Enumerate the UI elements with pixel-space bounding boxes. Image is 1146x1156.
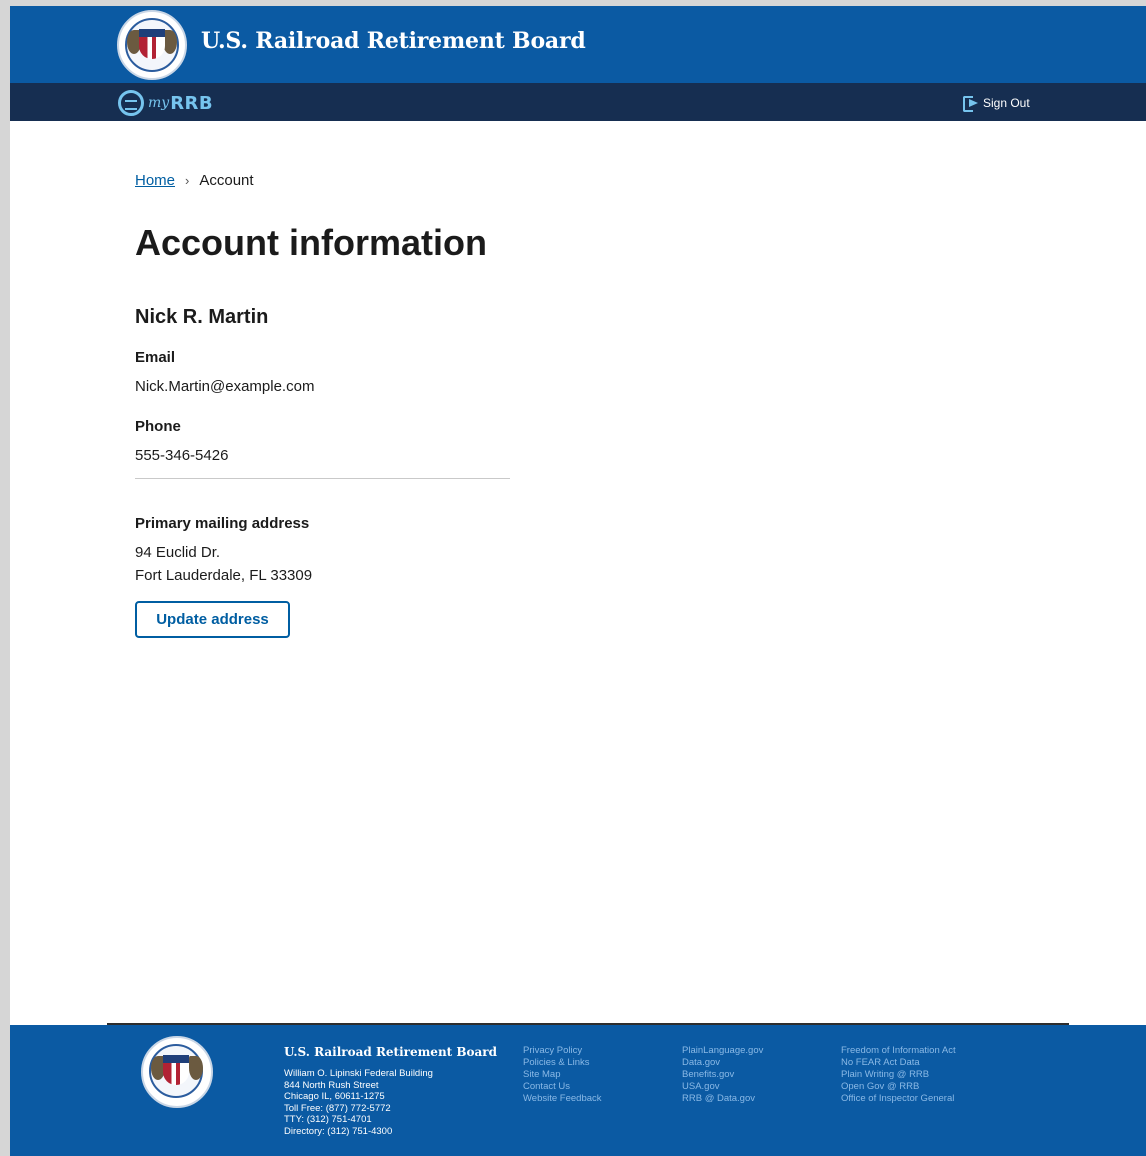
footer-phone-tty: TTY: (312) 751-4701 [284, 1114, 372, 1126]
agency-title[interactable]: U.S. Railroad Retirement Board [201, 28, 586, 54]
chevron-right-icon: › [185, 173, 190, 188]
shield-icon [139, 29, 165, 59]
eagle-wing-right-icon [163, 30, 177, 54]
shield-icon [163, 1055, 189, 1085]
update-address-button[interactable]: Update address [135, 601, 290, 638]
footer-links-col-3: Freedom of Information Act No FEAR Act D… [841, 1045, 956, 1105]
footer-phone-directory: Directory: (312) 751-4300 [284, 1125, 393, 1137]
footer-phone-tollfree: Toll Free: (877) 772-5772 [284, 1102, 391, 1114]
footer-address-line: Chicago IL, 60611-1275 [284, 1091, 385, 1103]
footer-link-data-gov[interactable]: Data.gov [682, 1057, 763, 1069]
footer-link-contact-us[interactable]: Contact Us [523, 1081, 602, 1093]
page: U.S. Railroad Retirement Board my RRB Si… [10, 6, 1146, 1156]
footer-link-benefits-gov[interactable]: Benefits.gov [682, 1069, 763, 1081]
address-line-2: Fort Lauderdale, FL 33309 [135, 567, 313, 584]
footer-link-policies-links[interactable]: Policies & Links [523, 1057, 602, 1069]
sign-out-button[interactable]: Sign Out [963, 96, 1030, 112]
footer-rrb-seal-logo [141, 1036, 213, 1108]
myrrb-logo[interactable]: my RRB [118, 90, 213, 116]
footer-link-website-feedback[interactable]: Website Feedback [523, 1093, 602, 1105]
footer-link-privacy-policy[interactable]: Privacy Policy [523, 1045, 602, 1057]
footer-address-line: 844 North Rush Street [284, 1079, 379, 1091]
browser-frame: U.S. Railroad Retirement Board my RRB Si… [0, 0, 1146, 1156]
footer-agency-title: U.S. Railroad Retirement Board [284, 1045, 498, 1059]
footer-link-no-fear-act[interactable]: No FEAR Act Data [841, 1057, 956, 1069]
user-name: Nick R. Martin [135, 306, 269, 328]
footer-link-foia[interactable]: Freedom of Information Act [841, 1045, 956, 1057]
breadcrumb-current: Account [199, 172, 254, 189]
footer-link-inspector-general[interactable]: Office of Inspector General [841, 1093, 956, 1105]
footer-link-plainlanguage[interactable]: PlainLanguage.gov [682, 1045, 763, 1057]
footer-link-rrb-data-gov[interactable]: RRB @ Data.gov [682, 1093, 763, 1105]
section-divider [135, 478, 510, 479]
logo-name: RRB [170, 92, 214, 114]
footer-links-col-1: Privacy Policy Policies & Links Site Map… [523, 1045, 602, 1105]
breadcrumb: Home › Account [135, 172, 254, 189]
footer-address-line: William O. Lipinski Federal Building [284, 1068, 433, 1079]
email-value: Nick.Martin@example.com [135, 378, 315, 395]
footer-link-open-gov[interactable]: Open Gov @ RRB [841, 1081, 956, 1093]
page-title: Account information [135, 222, 487, 263]
rrb-seal-logo[interactable] [117, 10, 187, 80]
logo-prefix: my [148, 95, 170, 111]
email-label: Email [135, 349, 176, 366]
phone-value: 555-346-5426 [135, 447, 229, 464]
sign-out-icon [963, 96, 979, 112]
sign-out-label: Sign Out [983, 96, 1030, 110]
footer-links-col-2: PlainLanguage.gov Data.gov Benefits.gov … [682, 1045, 763, 1105]
eagle-wing-right-icon [189, 1056, 203, 1080]
phone-label: Phone [135, 418, 181, 435]
globe-icon [118, 90, 144, 116]
address-label: Primary mailing address [135, 515, 310, 532]
breadcrumb-home-link[interactable]: Home [135, 172, 175, 189]
footer-link-site-map[interactable]: Site Map [523, 1069, 602, 1081]
footer-link-plain-writing[interactable]: Plain Writing @ RRB [841, 1069, 956, 1081]
address-line-1: 94 Euclid Dr. [135, 544, 221, 561]
footer-address: William O. Lipinski Federal Building 844… [284, 1068, 433, 1138]
footer-link-usa-gov[interactable]: USA.gov [682, 1081, 763, 1093]
